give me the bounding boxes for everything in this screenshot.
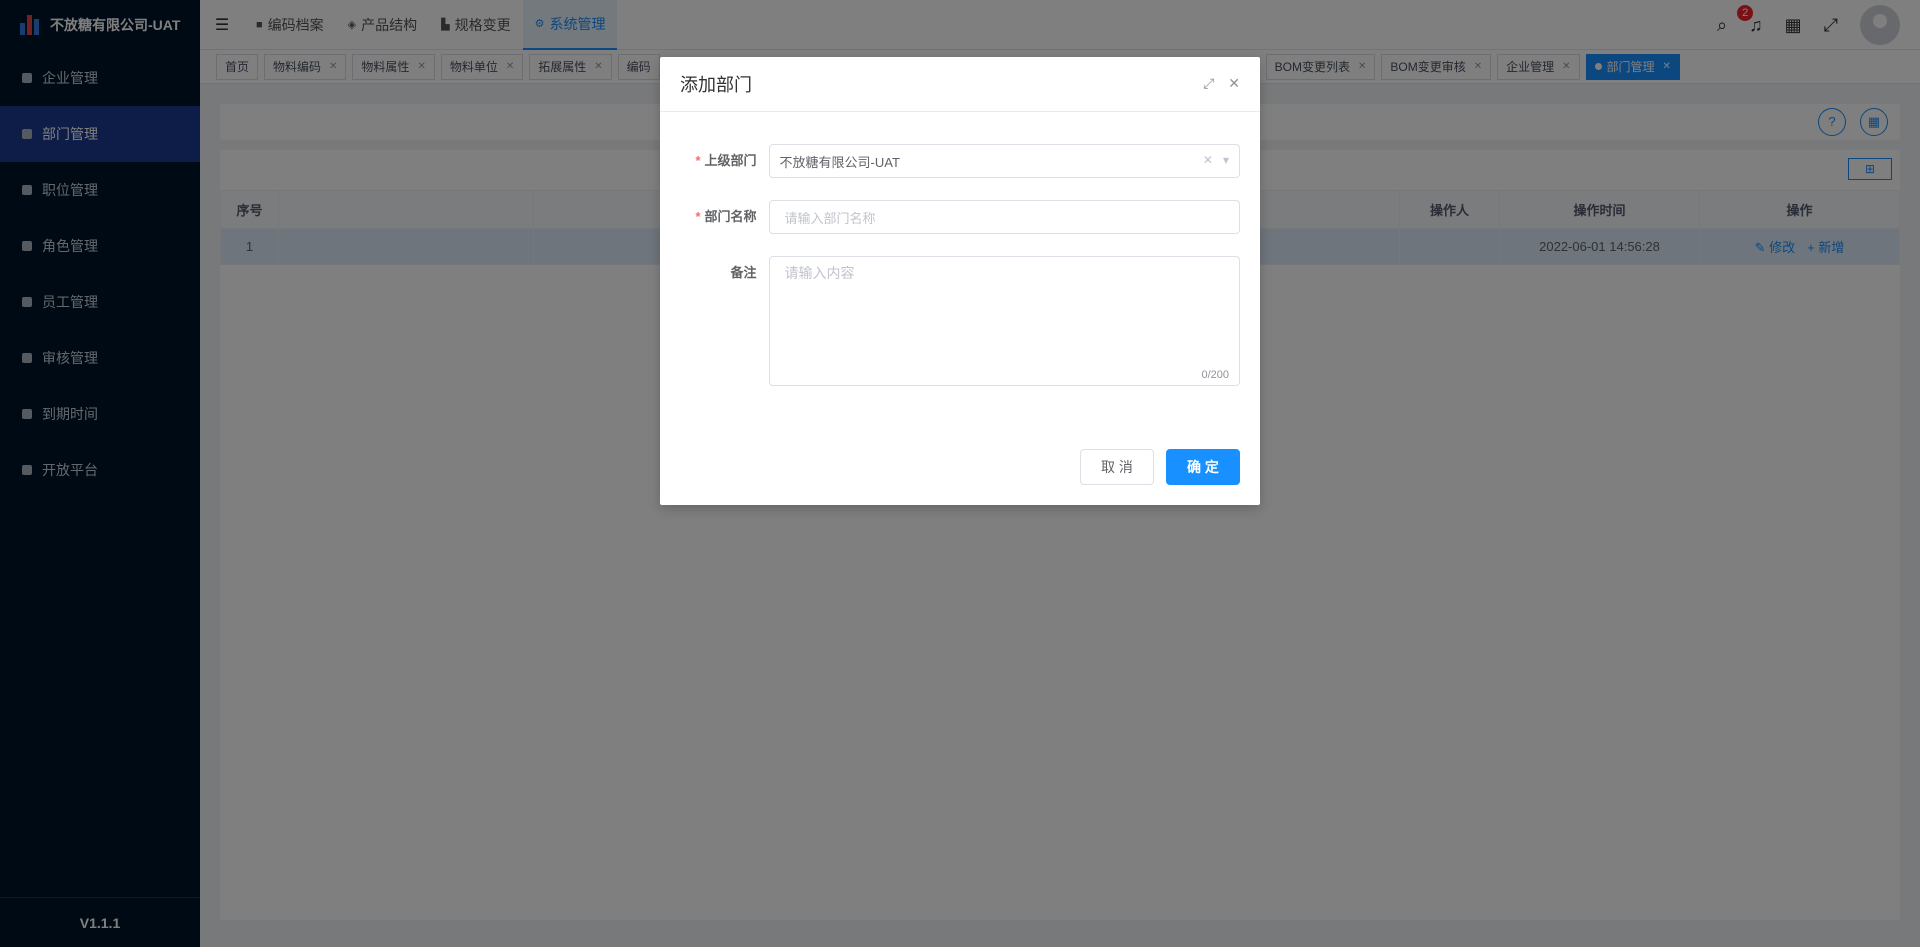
close-icon[interactable]: ✕	[1228, 75, 1240, 92]
maximize-icon[interactable]: ⤢	[1203, 75, 1214, 92]
cancel-button[interactable]: 取 消	[1080, 449, 1154, 485]
remark-textarea[interactable]: 请输入内容 0/200	[768, 256, 1240, 386]
add-department-dialog: 添加部门 ⤢ ✕ * 上级部门 不放糖有限公司-UAT ✕ ▾ * 部门名称 请输入部…	[660, 57, 1260, 505]
char-counter: 0/200	[1201, 369, 1229, 381]
clear-icon[interactable]: ✕	[1203, 153, 1213, 167]
parent-department-select[interactable]: 不放糖有限公司-UAT ✕ ▾	[768, 144, 1240, 178]
chevron-down-icon[interactable]: ▾	[1223, 153, 1229, 167]
confirm-button[interactable]: 确 定	[1166, 449, 1240, 485]
dialog-title: 添加部门	[680, 75, 752, 95]
department-name-input[interactable]: 请输入部门名称	[768, 200, 1240, 234]
